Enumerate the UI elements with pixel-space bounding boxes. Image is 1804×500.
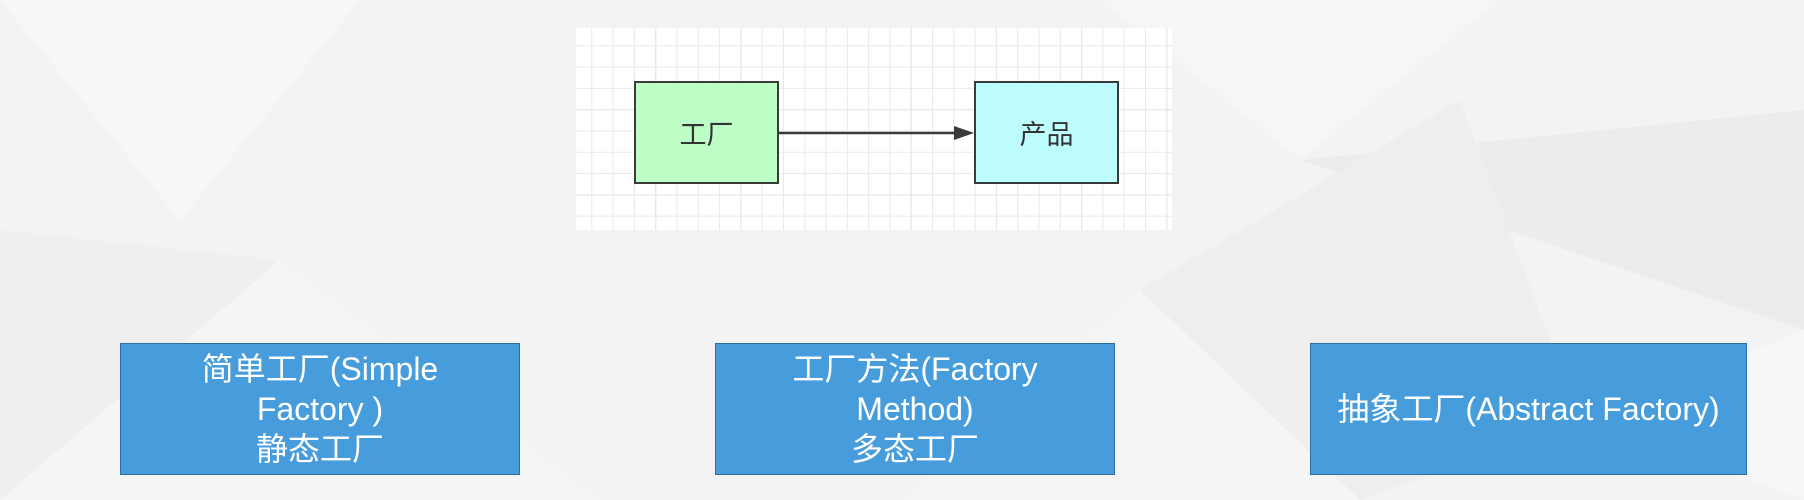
factory-node: 工厂 (634, 81, 779, 184)
factory-method-subtitle: 多态工厂 (850, 430, 979, 468)
abstract-factory-title: 抽象工厂(Abstract Factory) (1337, 391, 1720, 427)
simple-factory-box: 简单工厂(Simple Factory ) 静态工厂 (120, 343, 520, 475)
factory-node-label: 工厂 (679, 120, 734, 151)
simple-factory-title-line2: Factory ) (256, 391, 384, 427)
factory-product-diagram: 工厂 产品 (576, 28, 1172, 230)
simple-factory-subtitle: 静态工厂 (255, 430, 384, 468)
factory-method-title-line1: 工厂方法(Factory (792, 351, 1038, 387)
product-node-label: 产品 (1019, 120, 1074, 151)
product-node: 产品 (974, 81, 1119, 184)
abstract-factory-box: 抽象工厂(Abstract Factory) (1310, 343, 1747, 475)
factory-method-title-line2: Method) (856, 391, 974, 427)
factory-method-box: 工厂方法(Factory Method) 多态工厂 (715, 343, 1115, 475)
simple-factory-title-line1: 简单工厂(Simple (201, 351, 439, 387)
